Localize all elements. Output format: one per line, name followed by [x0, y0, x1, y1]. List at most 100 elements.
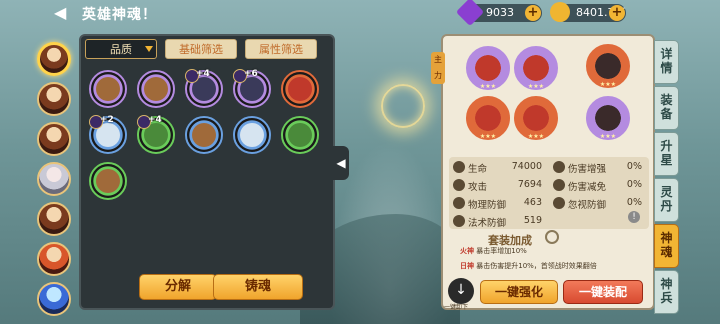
- coin-counter: 8401.7万 +: [550, 2, 626, 22]
- main-tag: 主力: [431, 52, 445, 84]
- unequip-all-label: 一键卸下: [444, 304, 469, 311]
- side-tab[interactable]: 装备: [654, 86, 679, 130]
- gold-coin-icon: [550, 2, 570, 22]
- chevron-down-icon: [145, 46, 153, 52]
- green-serpent-icon: [288, 123, 312, 147]
- soul-slot[interactable]: [89, 162, 127, 200]
- forge-button[interactable]: 铸魂: [213, 274, 303, 300]
- collapse-arrow-icon[interactable]: ◀: [333, 146, 349, 180]
- hero-avatar-7[interactable]: [37, 282, 71, 316]
- decompose-button[interactable]: 分解: [139, 274, 217, 300]
- side-tab[interactable]: 神兵: [654, 270, 679, 314]
- hero-avatar-6[interactable]: [37, 242, 71, 276]
- stat-icon: [453, 215, 465, 227]
- equipped-soul-slot[interactable]: ★★★: [586, 96, 630, 140]
- stat-value: 74000: [511, 161, 542, 172]
- stat-value: 519: [523, 215, 542, 226]
- stat-icon: [453, 161, 465, 173]
- back-arrow-icon[interactable]: ◀: [54, 5, 74, 21]
- soul-slot[interactable]: [281, 116, 319, 154]
- stat-value: 0%: [626, 197, 642, 208]
- soul-slot[interactable]: +4: [185, 69, 223, 108]
- equipped-soul-slot[interactable]: ★★★: [466, 96, 510, 140]
- purple-gem-icon: [455, 0, 485, 27]
- stat-value: 0%: [626, 161, 642, 172]
- griffin-icon: [96, 77, 120, 101]
- griffin-icon: [192, 123, 216, 147]
- stat-label: 攻击: [468, 182, 488, 193]
- add-gem-button[interactable]: +: [525, 5, 541, 21]
- stat-label: 法术防御: [468, 218, 507, 229]
- soul-slot[interactable]: +2: [89, 115, 127, 154]
- equipped-soul-slot[interactable]: ★★★: [466, 46, 510, 90]
- stat-icon: [553, 179, 565, 191]
- page-title: 英雄神魂！: [82, 7, 157, 23]
- soul-level: +6: [244, 69, 258, 79]
- phoenix-icon: ★★★: [527, 133, 545, 140]
- unequip-all-icon[interactable]: ↓: [448, 278, 474, 304]
- gem-counter: 9033 +: [455, 0, 542, 27]
- hero-avatar-1[interactable]: [37, 42, 71, 76]
- phoenix-icon: [288, 77, 312, 101]
- set-line-2: 日神 暴击伤害提升10%，首领战时效果翻倍: [460, 261, 597, 271]
- phoenix-icon: ★★★: [479, 133, 497, 140]
- stat-icon: [453, 197, 465, 209]
- soul-level: +4: [148, 115, 162, 125]
- side-tab[interactable]: 详情: [654, 40, 679, 84]
- info-icon[interactable]: !: [628, 211, 640, 223]
- dark-bird-icon: ★★★: [599, 81, 617, 88]
- phoenix-icon: ★★★: [527, 83, 545, 90]
- phoenix-icon: ★★★: [479, 83, 497, 90]
- set-line-1-name: 火神: [460, 247, 474, 255]
- set-line-2-text: 暴击伤害提升10%，首领战时效果翻倍: [476, 262, 597, 270]
- quality-label: 品质: [110, 43, 132, 56]
- stat-value: 7694: [517, 179, 542, 190]
- stat-label: 伤害增强: [568, 164, 607, 175]
- side-tab[interactable]: 灵丹: [654, 178, 679, 222]
- stat-label: 忽视防御: [568, 200, 607, 211]
- quality-dropdown[interactable]: 品质: [85, 39, 157, 59]
- soul-slot[interactable]: +6: [233, 69, 271, 108]
- glow-ring: [381, 84, 425, 128]
- soul-slot[interactable]: [185, 116, 223, 154]
- stat-label: 伤害减免: [568, 182, 607, 193]
- equipped-soul-slot[interactable]: ★★★: [514, 46, 558, 90]
- set-bonus-icon: [545, 230, 559, 244]
- top-bar: ◀ 英雄神魂！ 9033 + 8401.7万 +: [0, 0, 720, 27]
- white-tiger-icon: [240, 123, 264, 147]
- set-line-1: 火神 暴击率增加10%: [460, 246, 527, 256]
- griffin-icon: [144, 77, 168, 101]
- add-coin-button[interactable]: +: [609, 5, 625, 21]
- stat-value: 0%: [626, 179, 642, 190]
- hero-avatar-2[interactable]: [37, 82, 71, 116]
- one-click-strengthen-button[interactable]: 一键强化: [480, 280, 558, 304]
- hero-avatar-3[interactable]: [37, 122, 71, 156]
- attribute-filter-button[interactable]: 属性筛选: [245, 39, 317, 59]
- stat-icon: [553, 161, 565, 173]
- gem-value: 9033: [486, 6, 514, 19]
- soul-inventory-panel: 品质 基础筛选 属性筛选 +4 +6 +2 +4 分解 铸魂: [79, 34, 335, 310]
- set-line-2-name: 日神: [460, 262, 474, 270]
- dark-bird-icon: ★★★: [599, 133, 617, 140]
- soul-slot[interactable]: [281, 70, 319, 108]
- soul-slot[interactable]: +4: [137, 115, 175, 154]
- equipped-soul-slot[interactable]: ★★★: [514, 96, 558, 140]
- stat-label: 生命: [468, 164, 488, 175]
- griffin-icon: [96, 169, 120, 193]
- side-tab[interactable]: 神魂: [654, 224, 679, 268]
- set-line-1-text: 暴击率增加10%: [476, 247, 527, 255]
- hero-avatar-5[interactable]: [37, 202, 71, 236]
- stat-label: 物理防御: [468, 200, 507, 211]
- side-tab[interactable]: 升星: [654, 132, 679, 176]
- soul-level: +4: [196, 69, 210, 79]
- soul-slot[interactable]: [233, 116, 271, 154]
- hero-avatar-4[interactable]: [37, 162, 71, 196]
- basic-filter-button[interactable]: 基础筛选: [165, 39, 237, 59]
- one-click-equip-button[interactable]: 一键装配: [563, 280, 643, 304]
- stat-icon: [453, 179, 465, 191]
- stat-value: 463: [523, 197, 542, 208]
- soul-slot[interactable]: [137, 70, 175, 108]
- equipped-soul-slot[interactable]: ★★★: [586, 44, 630, 88]
- soul-level: +2: [100, 115, 114, 125]
- soul-slot[interactable]: [89, 70, 127, 108]
